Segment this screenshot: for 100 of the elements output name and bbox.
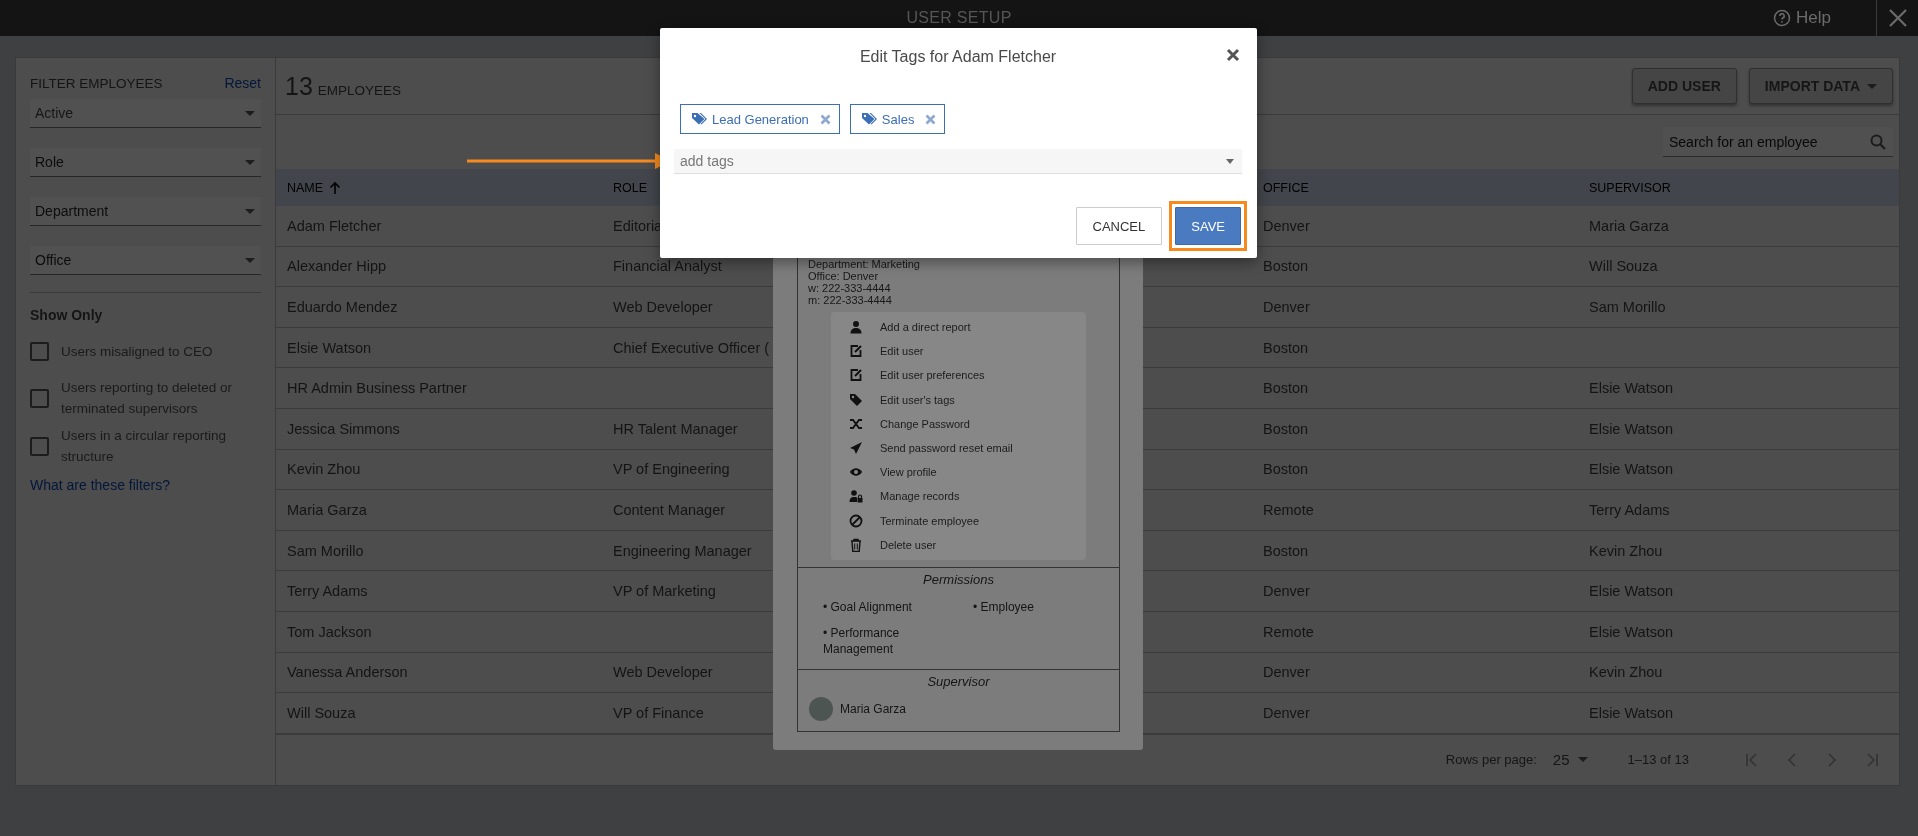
filter-dropdown[interactable]: Role xyxy=(30,148,261,177)
close-icon xyxy=(1887,8,1908,28)
table-cell: Jessica Simmons xyxy=(287,420,400,437)
cancel-button[interactable]: CANCEL xyxy=(1075,207,1163,245)
table-cell: Web Developer xyxy=(613,664,713,681)
table-cell: Kevin Zhou xyxy=(1589,664,1663,681)
table-cell: Elsie Watson xyxy=(1589,420,1674,437)
table-cell: Denver xyxy=(1263,217,1310,234)
shuffle-icon xyxy=(849,416,863,431)
search-icon xyxy=(1870,134,1886,150)
table-cell: HR Talent Manager xyxy=(613,420,738,437)
next-page-icon[interactable] xyxy=(1825,752,1839,767)
table-cell: Content Manager xyxy=(613,501,726,518)
checkbox[interactable] xyxy=(30,341,49,361)
tag-label: Sales xyxy=(881,111,915,127)
rows-per-page-select[interactable]: 25 xyxy=(1552,751,1588,769)
close-button[interactable] xyxy=(1224,46,1242,64)
table-cell: Boston xyxy=(1263,380,1309,397)
table-cell: Boston xyxy=(1263,339,1309,356)
menu-item[interactable]: Add a direct report xyxy=(831,315,1086,340)
send-icon xyxy=(849,441,863,456)
table-cell: Maria Garza xyxy=(287,501,367,518)
column-header[interactable]: ROLE xyxy=(613,180,648,195)
table-cell: Terry Adams xyxy=(287,583,368,600)
menu-item[interactable]: Edit user preferences xyxy=(831,363,1086,388)
checkbox[interactable] xyxy=(30,436,49,456)
tag-input-field[interactable]: add tags xyxy=(674,149,1242,174)
table-cell: VP of Finance xyxy=(613,704,704,721)
table-cell: Kevin Zhou xyxy=(1589,542,1663,559)
trash-icon xyxy=(849,537,863,552)
first-page-icon[interactable] xyxy=(1745,752,1759,767)
filter-dropdown[interactable]: Office xyxy=(30,246,261,275)
permission-item: • Goal Alignment xyxy=(823,598,913,615)
tags-icon xyxy=(849,392,863,407)
checkbox[interactable] xyxy=(30,388,49,408)
help-button[interactable]: Help xyxy=(1771,6,1833,30)
menu-item[interactable]: Change Password xyxy=(831,411,1086,436)
table-cell: Elsie Watson xyxy=(1589,583,1674,600)
menu-item[interactable]: View profile xyxy=(831,460,1086,485)
table-cell: Elsie Watson xyxy=(1589,380,1674,397)
table-cell: Denver xyxy=(1263,704,1310,721)
table-cell: Remote xyxy=(1263,501,1314,518)
table-cell: Vanessa Anderson xyxy=(287,664,408,681)
menu-item[interactable]: Delete user xyxy=(831,532,1086,557)
table-cell: Sam Morillo xyxy=(1589,299,1666,315)
table-cell: Financial Analyst xyxy=(613,258,722,275)
section-title: Show Only xyxy=(30,307,104,323)
caret-icon xyxy=(245,110,255,116)
table-cell: Chief Executive Officer ( xyxy=(613,339,770,356)
menu-item[interactable]: Manage records xyxy=(831,484,1086,509)
table-cell: Denver xyxy=(1263,583,1310,600)
table-cell: Will Souza xyxy=(1589,258,1658,275)
column-header[interactable]: OFFICE xyxy=(1263,180,1309,195)
save-button[interactable]: SAVE xyxy=(1175,207,1241,245)
table-cell: Boston xyxy=(1263,420,1309,437)
table-cell: Remote xyxy=(1263,623,1314,640)
caret-icon xyxy=(245,159,255,165)
filter-dropdown[interactable]: Department xyxy=(30,197,261,226)
person-lock-icon xyxy=(849,489,863,504)
filters-help-link[interactable]: What are these filters? xyxy=(30,477,261,493)
tag-label: Lead Generation xyxy=(712,111,809,127)
section-title: Permissions xyxy=(922,570,995,589)
last-page-icon[interactable] xyxy=(1865,752,1879,767)
caret-icon xyxy=(245,208,255,214)
table-cell: Denver xyxy=(1263,664,1310,681)
table-cell: Boston xyxy=(1263,461,1309,478)
table-cell: Boston xyxy=(1263,542,1309,559)
remove-icon[interactable] xyxy=(925,113,937,125)
reset-link[interactable]: Reset xyxy=(224,75,261,91)
table-cell: HR Admin Business Partner xyxy=(287,380,467,397)
table-cell: Terry Adams xyxy=(1589,501,1670,518)
menu-item[interactable]: Edit user xyxy=(831,339,1086,364)
filter-dropdown[interactable]: Active xyxy=(30,99,261,128)
employee-count-label: EMPLOYEES xyxy=(317,82,402,98)
edit-icon xyxy=(849,368,863,383)
supervisor-name: Maria Garza xyxy=(840,701,907,716)
ban-icon xyxy=(849,513,863,528)
table-cell: Elsie Watson xyxy=(1589,461,1674,478)
caret-icon xyxy=(1577,757,1588,763)
previous-page-icon[interactable] xyxy=(1785,752,1799,767)
table-cell: Sam Morillo xyxy=(287,542,364,559)
edit-icon xyxy=(849,344,863,359)
section-title: Supervisor xyxy=(926,672,991,691)
user-detail: m: 222-333-4444 xyxy=(808,294,893,306)
column-header[interactable]: NAME xyxy=(287,180,342,195)
table-cell: Will Souza xyxy=(287,704,356,721)
table-cell: Alexander Hipp xyxy=(287,258,387,275)
permission-item: • Performance Management xyxy=(823,624,901,657)
menu-item[interactable]: Edit user's tags xyxy=(831,387,1086,412)
caret-icon xyxy=(1867,83,1877,89)
column-header[interactable]: SUPERVISOR xyxy=(1589,180,1671,195)
window-title: USER SETUP xyxy=(906,9,1012,27)
remove-icon[interactable] xyxy=(819,113,831,125)
table-cell: Boston xyxy=(1263,258,1309,275)
user-detail: Office: Denver xyxy=(808,270,880,282)
caret-icon xyxy=(245,257,255,263)
menu-item[interactable]: Terminate employee xyxy=(831,508,1086,533)
employee-count: 13 xyxy=(285,71,313,101)
menu-item[interactable]: Send password reset email xyxy=(831,435,1086,461)
user-detail: w: 222-333-4444 xyxy=(808,282,892,294)
